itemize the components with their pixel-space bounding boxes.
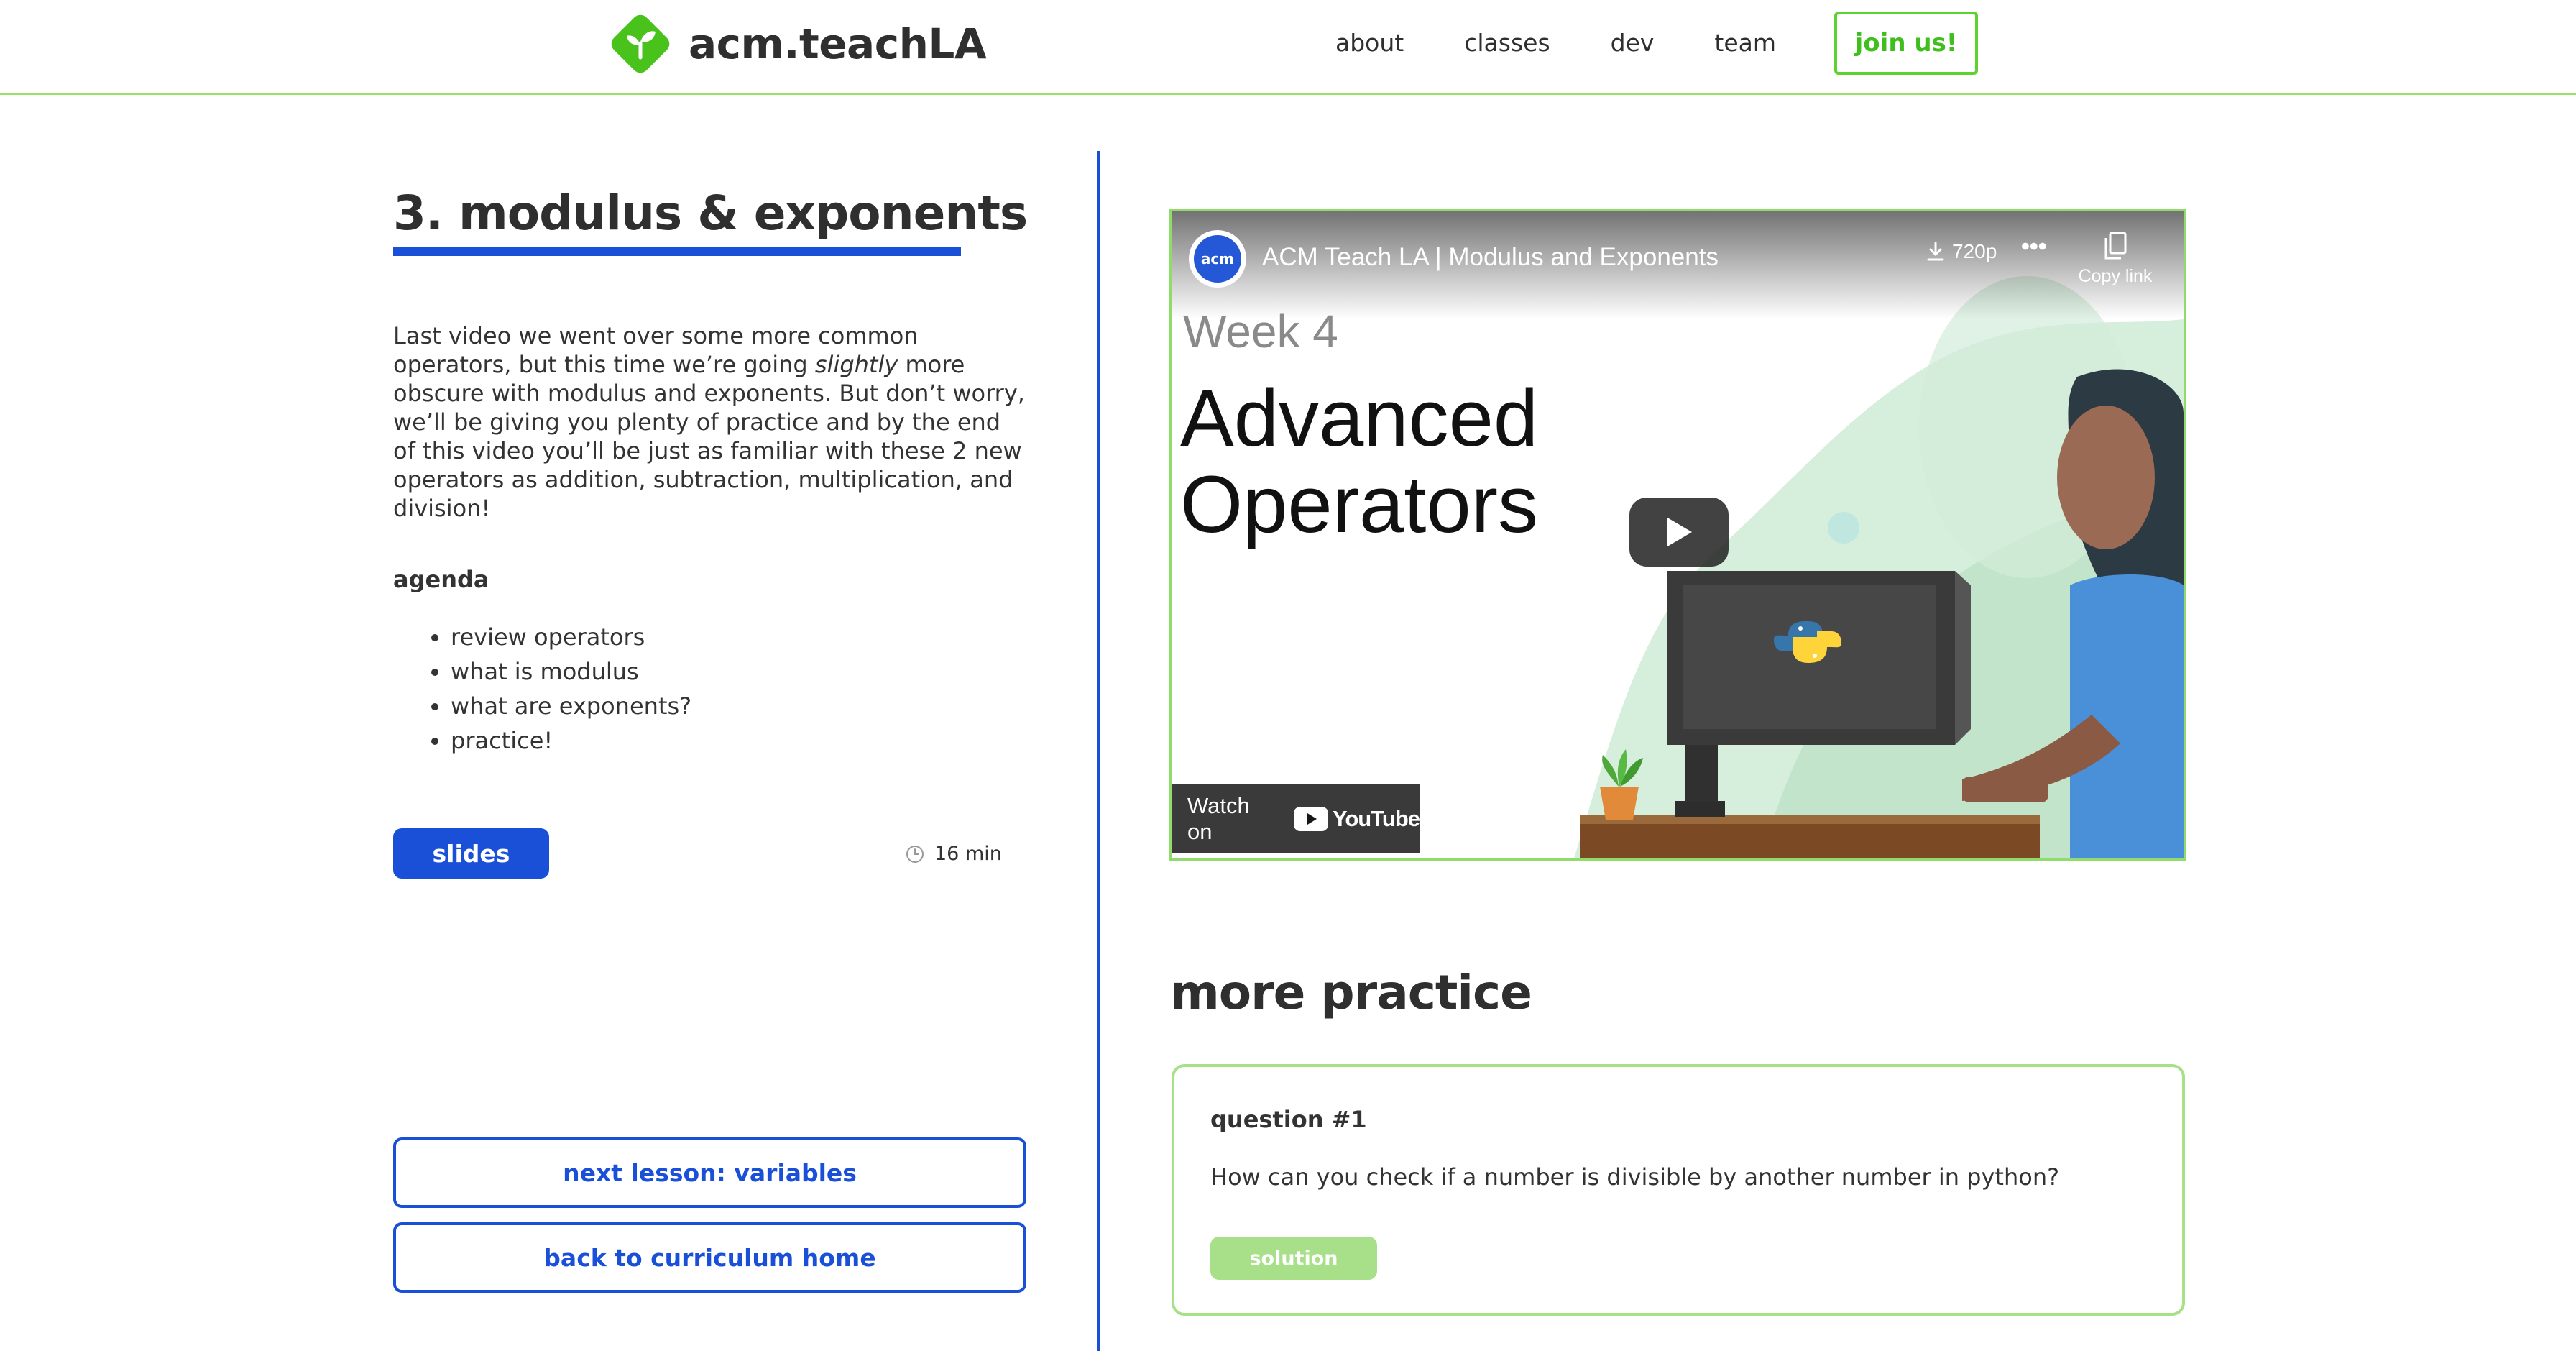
agenda-list: review operators what is modulus what ar…	[451, 620, 691, 758]
nav-about[interactable]: about	[1335, 27, 1404, 59]
quality-label: 720p	[1952, 240, 1997, 262]
play-icon	[1668, 518, 1692, 546]
slides-button[interactable]: slides	[393, 828, 549, 879]
download-icon	[1927, 242, 1944, 261]
copy-link-button[interactable]: Copy link	[2069, 232, 2162, 287]
main-nav: about classes dev team	[1335, 27, 1836, 59]
nav-dev[interactable]: dev	[1611, 27, 1655, 59]
lesson-duration: 16 min	[906, 843, 1002, 865]
copy-icon	[2104, 232, 2127, 260]
back-to-curriculum-button[interactable]: back to curriculum home	[393, 1222, 1026, 1293]
lesson-description: Last video we went over some more common…	[393, 321, 1026, 523]
agenda-item: what is modulus	[451, 654, 691, 689]
clock-icon	[906, 845, 924, 863]
agenda-item: practice!	[451, 723, 691, 758]
description-emphasis: slightly	[814, 351, 898, 378]
watch-on-label: Watch on	[1187, 793, 1250, 844]
question-text: How can you check if a number is divisib…	[1210, 1163, 2060, 1191]
site-logo[interactable]: acm.teachLA	[608, 12, 987, 76]
agenda-heading: agenda	[393, 566, 489, 593]
column-divider	[1097, 151, 1100, 1351]
solution-button[interactable]: solution	[1210, 1237, 1377, 1280]
logo-text: acm.teachLA	[689, 19, 987, 68]
nav-classes[interactable]: classes	[1464, 27, 1550, 59]
slide-week-label: Week 4	[1183, 306, 1338, 357]
duration-text: 16 min	[934, 843, 1002, 865]
video-embed[interactable]: acm ACM Teach LA | Modulus and Exponents…	[1169, 209, 2186, 861]
youtube-label: YouTube	[1333, 806, 1420, 831]
lesson-title: 3. modulus & exponents	[393, 186, 1028, 241]
slide-heading-line: Operators	[1180, 459, 1538, 549]
join-us-button[interactable]: join us!	[1834, 12, 1978, 75]
next-lesson-button[interactable]: next lesson: variables	[393, 1137, 1026, 1208]
video-download-quality[interactable]: 720p	[1926, 240, 1997, 263]
youtube-logo: YouTube	[1294, 806, 1420, 832]
more-practice-heading: more practice	[1170, 965, 1532, 1020]
slide-heading-line: Advanced	[1180, 373, 1539, 463]
leaf-logo-icon	[611, 14, 670, 73]
agenda-item: what are exponents?	[451, 689, 691, 723]
play-button[interactable]	[1629, 498, 1729, 567]
nav-team[interactable]: team	[1714, 27, 1776, 59]
channel-avatar[interactable]: acm	[1189, 230, 1246, 288]
more-icon[interactable]: •••	[2021, 233, 2047, 261]
site-header: acm.teachLA about classes dev team join …	[0, 0, 2576, 95]
title-underline	[393, 247, 961, 256]
question-card: question #1 How can you check if a numbe…	[1172, 1064, 2185, 1316]
watch-on-youtube-button[interactable]: Watch on YouTube	[1172, 784, 1420, 853]
channel-avatar-text: acm	[1194, 235, 1241, 283]
question-label: question #1	[1210, 1106, 1367, 1133]
copy-link-label: Copy link	[2078, 266, 2153, 286]
agenda-item: review operators	[451, 620, 691, 654]
youtube-logo-icon	[1294, 807, 1328, 831]
slide-heading: Advanced Operators	[1180, 375, 1538, 548]
video-title[interactable]: ACM Teach LA | Modulus and Exponents	[1262, 243, 1719, 272]
